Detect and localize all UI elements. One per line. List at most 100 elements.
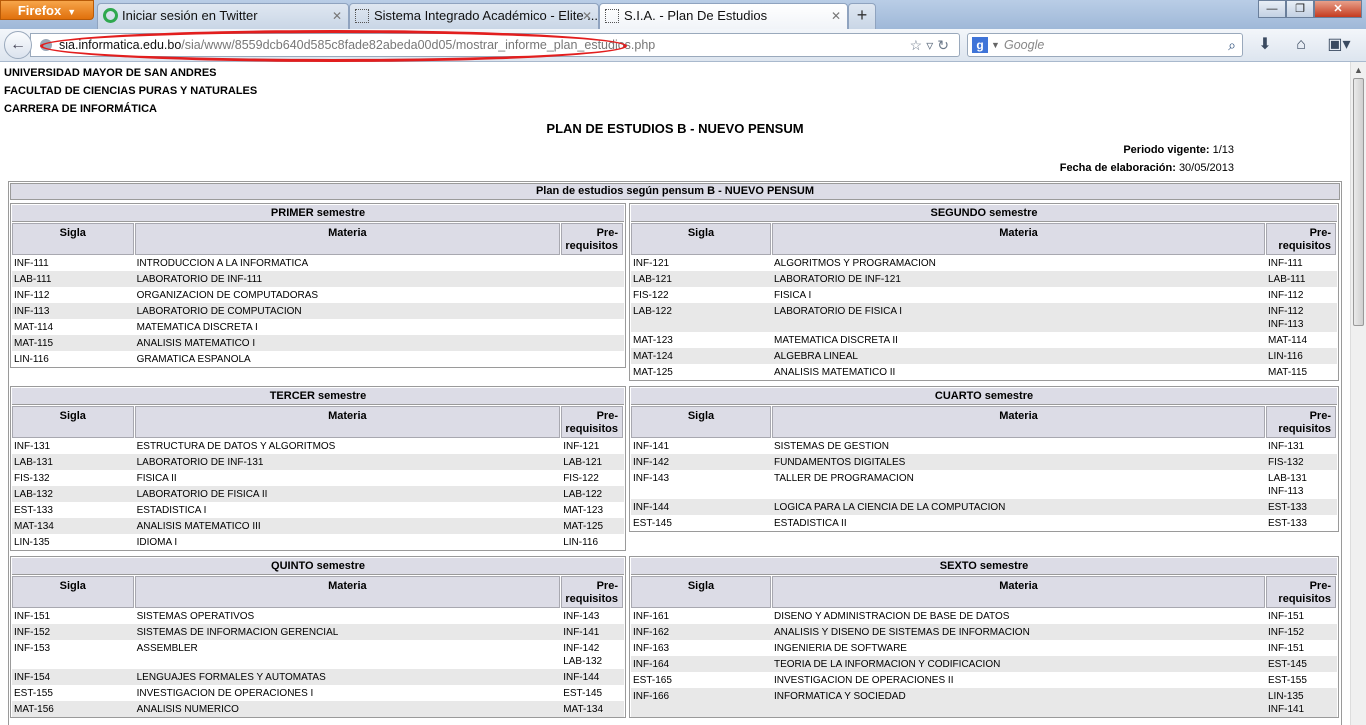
cell-prerequisitos: INF-144	[561, 669, 623, 685]
cell-materia: GRAMATICA ESPANOLA	[136, 354, 251, 365]
cell-prerequisitos: INF-143	[561, 608, 623, 624]
new-tab-button[interactable]: +	[848, 3, 876, 29]
table-row: EST-133 ESTADISTICA I MAT-123	[12, 502, 624, 518]
home-icon[interactable]: ⌂	[1288, 33, 1314, 57]
column-header-materia: Materia	[134, 576, 561, 608]
cell-prerequisitos: INF-142 LAB-132	[561, 640, 623, 669]
cell-sigla: INF-152	[14, 627, 51, 638]
cell-prerequisitos: EST-145	[1266, 656, 1336, 672]
cell-materia: LABORATORIO DE INF-131	[136, 457, 264, 468]
table-row: INF-162 ANALISIS Y DISENO DE SISTEMAS DE …	[631, 624, 1337, 640]
reload-icon[interactable]: ↻	[937, 37, 953, 53]
cell-materia: LENGUAJES FORMALES Y AUTOMATAS	[136, 672, 326, 683]
chevron-down-icon[interactable]: ▼	[991, 34, 1000, 56]
cell-materia: ESTRUCTURA DE DATOS Y ALGORITMOS	[136, 441, 336, 452]
cell-sigla: FIS-132	[14, 473, 50, 484]
firefox-menu-button[interactable]: Firefox ▼	[0, 0, 94, 20]
faculty-name: FACULTAD DE CIENCIAS PURAS Y NATURALES	[4, 85, 258, 97]
scroll-up-arrow-icon[interactable]: ▲	[1351, 62, 1366, 78]
maximize-button[interactable]: ❐	[1286, 0, 1314, 18]
prerequisite-code: EST-133	[1268, 502, 1307, 513]
cell-materia: LABORATORIO DE INF-111	[136, 274, 263, 285]
page-content: UNIVERSIDAD MAYOR DE SAN ANDRES FACULTAD…	[0, 62, 1350, 725]
cell-prerequisitos	[561, 271, 623, 287]
table-row: LAB-111 LABORATORIO DE INF-111	[12, 271, 624, 287]
table-row: LAB-131 LABORATORIO DE INF-131 LAB-121	[12, 454, 624, 470]
cell-prerequisitos	[561, 351, 623, 367]
date-value: 30/05/2013	[1178, 162, 1234, 174]
table-row: MAT-124 ALGEBRA LINEAL LIN-116	[631, 348, 1337, 364]
table-row: INF-113 LABORATORIO DE COMPUTACION	[12, 303, 624, 319]
tab-strip: Firefox ▼ Iniciar sesión en Twitter ✕ Sis…	[0, 0, 1366, 29]
prereq-header-line: Pre-	[596, 410, 618, 422]
back-button[interactable]: ←	[4, 31, 32, 59]
cell-sigla: INF-113	[14, 306, 50, 317]
column-header-row: Sigla Materia Pre-requisitos	[12, 223, 624, 255]
bookmark-star-icon[interactable]: ☆	[910, 37, 927, 53]
scrollbar-thumb[interactable]	[1353, 78, 1364, 326]
cell-prerequisitos: MAT-125	[561, 518, 623, 534]
cell-prerequisitos: LIN-135 INF-141	[1266, 688, 1336, 717]
table-row: LAB-121 LABORATORIO DE INF-121 LAB-111	[631, 271, 1337, 287]
prereq-header-line: requisitos	[1278, 423, 1331, 435]
cell-prerequisitos: LIN-116	[1266, 348, 1336, 364]
date-info: Fecha de elaboración: 30/05/2013	[1060, 162, 1234, 174]
cell-materia: LABORATORIO DE INF-121	[774, 274, 901, 285]
prerequisite-code: INF-141	[1268, 704, 1305, 715]
cell-prerequisitos: LAB-111	[1266, 271, 1336, 287]
prerequisite-code: INF-151	[1268, 643, 1305, 654]
column-header-row: Sigla Materia Pre-requisitos	[12, 576, 624, 608]
tab-sia-elite[interactable]: Sistema Integrado Académico - Elite ... …	[349, 3, 599, 29]
prerequisite-code: LAB-131	[1268, 473, 1307, 484]
google-engine-icon[interactable]: g	[972, 37, 988, 53]
table-row: FIS-122 FISICA I INF-112	[631, 287, 1337, 303]
url-bar[interactable]: sia.informatica.edu.bo/sia/www/8559dcb64…	[30, 33, 960, 57]
cell-sigla: INF-144	[633, 502, 670, 513]
close-tab-icon[interactable]: ✕	[332, 4, 342, 28]
table-row: MAT-134 ANALISIS MATEMATICO III MAT-125	[12, 518, 624, 534]
cell-sigla: LAB-122	[633, 306, 672, 317]
column-header-row: Sigla Materia Pre-requisitos	[631, 576, 1337, 608]
cell-materia: ANALISIS MATEMATICO I	[136, 338, 256, 349]
dropdown-arrow-icon[interactable]: ▿	[926, 37, 937, 53]
page-title: PLAN DE ESTUDIOS B - NUEVO PENSUM	[546, 121, 804, 136]
minimize-button[interactable]: —	[1258, 0, 1286, 18]
cell-materia: ESTADISTICA II	[774, 518, 847, 529]
close-tab-icon[interactable]: ✕	[831, 4, 841, 28]
table-row: INF-141 SISTEMAS DE GESTION INF-131	[631, 438, 1337, 454]
prerequisite-code: MAT-125	[563, 521, 604, 532]
column-header-sigla: Sigla	[12, 223, 134, 255]
url-actions: ☆▿↻	[910, 34, 953, 56]
search-icon[interactable]: ⌕	[1228, 34, 1236, 56]
cell-prerequisitos: INF-151	[1266, 640, 1336, 656]
search-box[interactable]: g ▼ Google ⌕	[967, 33, 1243, 57]
cell-materia: TEORIA DE LA INFORMACION Y CODIFICACION	[774, 659, 1001, 670]
prerequisite-code: EST-155	[1268, 675, 1307, 686]
cell-sigla: EST-133	[14, 505, 53, 516]
column-header-materia: Materia	[134, 223, 561, 255]
url-text[interactable]: sia.informatica.edu.bo/sia/www/8559dcb64…	[59, 34, 655, 56]
cell-prerequisitos: INF-121	[561, 438, 623, 454]
prereq-header-line: Pre-	[596, 227, 618, 239]
cell-sigla: MAT-125	[633, 367, 673, 378]
chevron-down-icon: ▼	[67, 7, 77, 17]
semester-table: QUINTO semestre Sigla Materia Pre-requisito…	[10, 556, 626, 718]
bookmarks-menu-icon[interactable]: ▣▾	[1322, 33, 1356, 57]
downloads-icon[interactable]: ⬇	[1252, 33, 1278, 57]
cell-materia: LABORATORIO DE FISICA I	[774, 306, 902, 317]
table-row: LAB-122 LABORATORIO DE FISICA I INF-112 INF…	[631, 303, 1337, 332]
table-row: INF-143 TALLER DE PROGRAMACION LAB-131 INF-…	[631, 470, 1337, 499]
prerequisite-code: INF-152	[1268, 627, 1305, 638]
cell-sigla: INF-154	[14, 672, 51, 683]
close-tab-icon[interactable]: ✕	[582, 4, 592, 28]
cell-materia: LABORATORIO DE COMPUTACION	[136, 306, 302, 317]
cell-prerequisitos: MAT-134	[561, 701, 623, 717]
vertical-scrollbar[interactable]: ▲	[1350, 62, 1366, 725]
column-header-materia: Materia	[772, 406, 1265, 438]
cell-sigla: INF-141	[633, 441, 670, 452]
tab-twitter[interactable]: Iniciar sesión en Twitter ✕	[97, 3, 349, 29]
close-window-button[interactable]: ✕	[1314, 0, 1362, 18]
tab-plan-estudios[interactable]: S.I.A. - Plan De Estudios ✕	[599, 3, 848, 29]
site-identity-icon[interactable]	[40, 39, 52, 51]
prereq-header-line: requisitos	[1278, 240, 1331, 252]
